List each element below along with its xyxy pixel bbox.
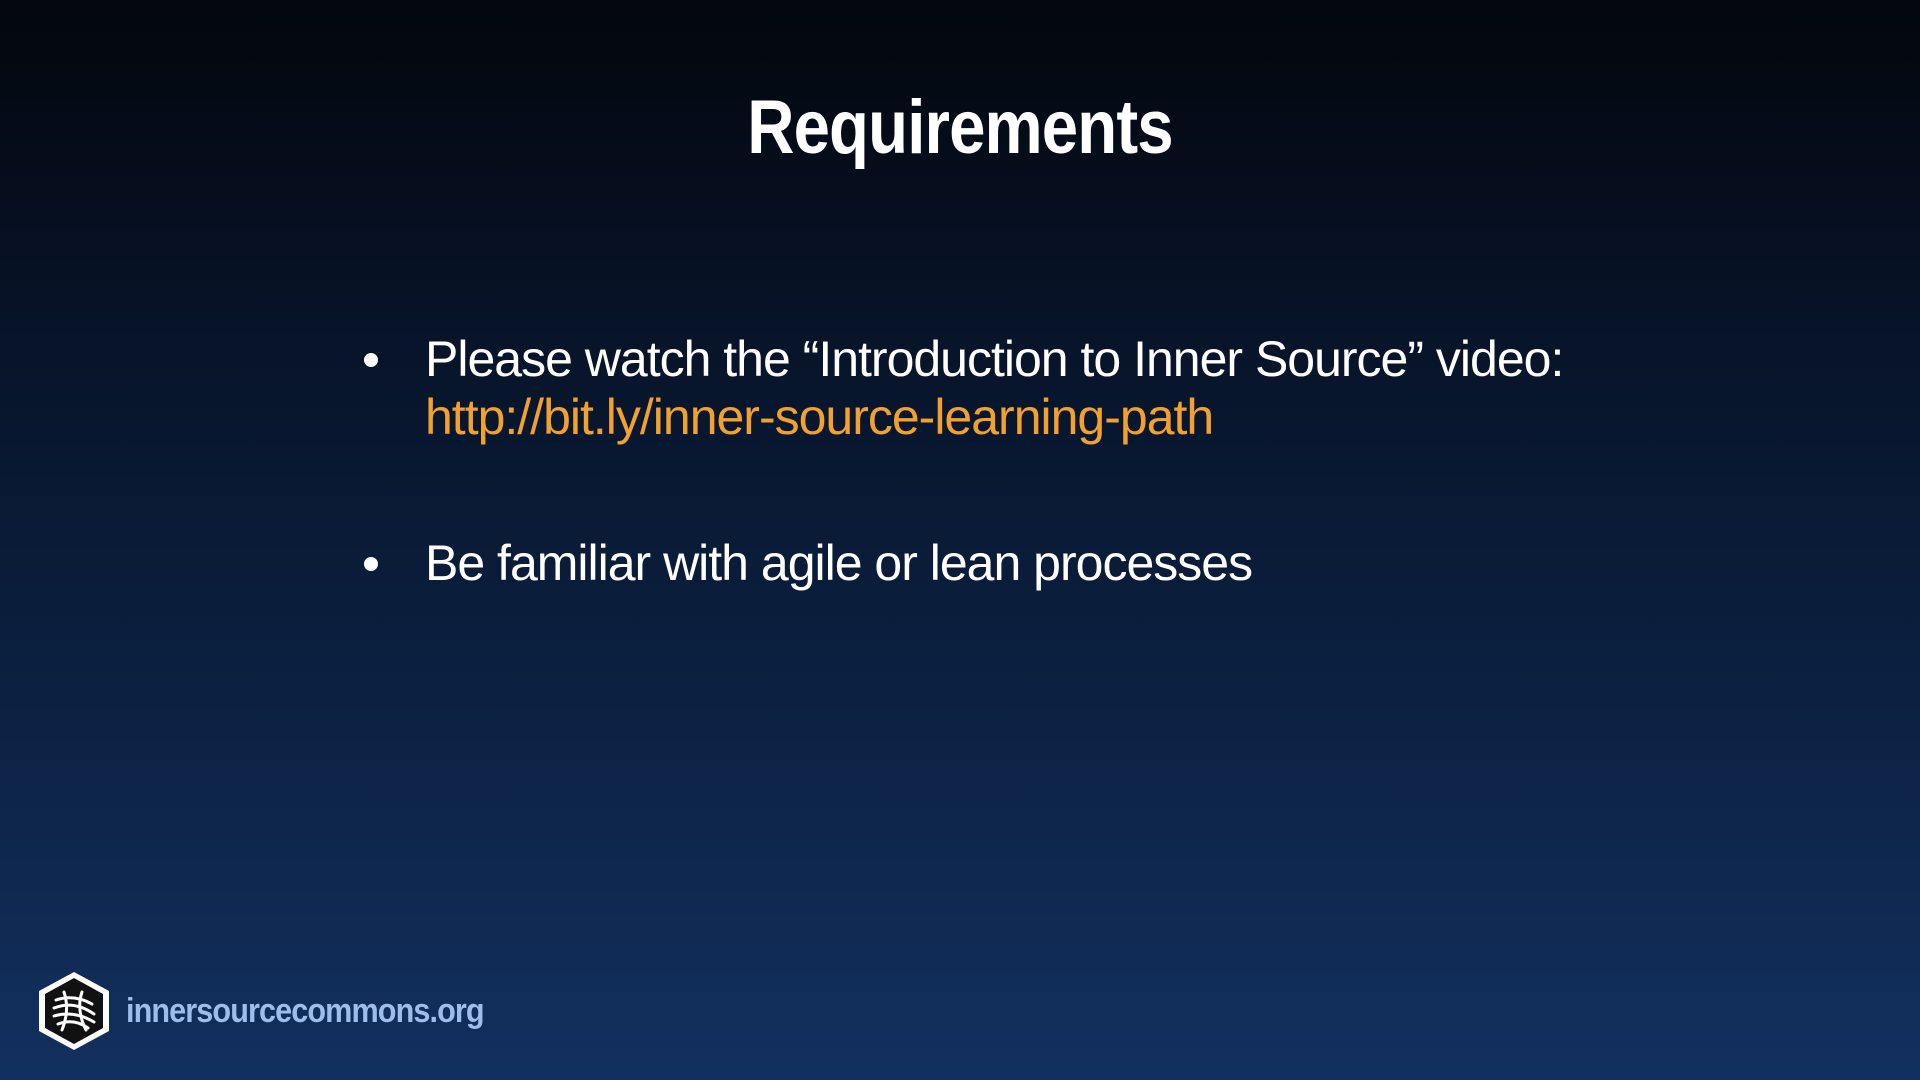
bullet-item-video: Please watch the “Introduction to Inner … — [360, 330, 1660, 446]
bullet-dot-icon — [364, 557, 378, 571]
bullet-text: Be familiar with agile or lean processes — [425, 535, 1253, 591]
bullet-text: Please watch the “Introduction to Inner … — [425, 331, 1564, 387]
footer: innersourcecommons.org — [36, 970, 523, 1052]
footer-site-text: innersourcecommons.org — [126, 991, 485, 1030]
bullet-dot-icon — [364, 353, 378, 367]
bullet-list: Please watch the “Introduction to Inner … — [360, 330, 1660, 592]
slide-title: Requirements — [747, 85, 1173, 170]
slide: Requirements Please watch the “Introduct… — [0, 0, 1920, 1080]
bullet-item-agile: Be familiar with agile or lean processes — [360, 534, 1660, 592]
innersource-commons-logo-icon — [39, 972, 109, 1050]
learning-path-link[interactable]: http://bit.ly/inner-source-learning-path — [425, 388, 1660, 446]
